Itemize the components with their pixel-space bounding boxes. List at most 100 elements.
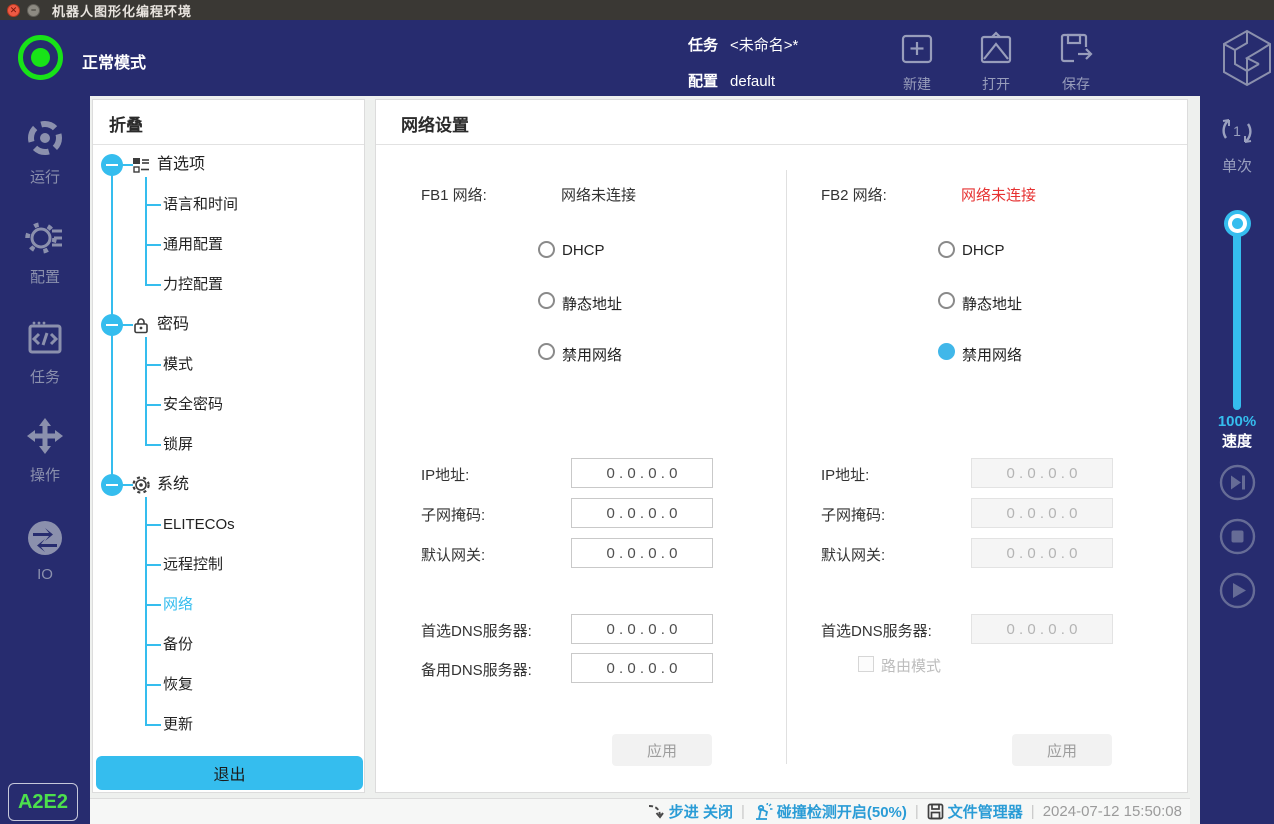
fb1-dns1-input[interactable]: 0 . 0 . 0 . 0 [571,614,713,644]
tree-item-lock-screen[interactable]: 锁屏 [93,432,364,458]
fb1-gateway-label: 默认网关: [421,544,485,565]
fb1-dhcp-label: DHCP [562,242,605,259]
skip-next-icon [1231,476,1241,490]
single-cycle-icon[interactable]: 1 [1217,111,1257,156]
tree-item-label: 安全密码 [163,392,223,418]
tree-item-restore[interactable]: 恢复 [93,672,364,698]
config-label: 配置 [688,73,718,90]
sidebar-item-operate[interactable]: 操作 [0,416,90,485]
fb1-apply-button[interactable]: 应用 [612,734,712,766]
open-file-icon [977,30,1015,71]
fb2-static-radio[interactable] [938,292,955,309]
tree-item-label: 系统 [157,472,189,498]
fb1-mask-input[interactable]: 0 . 0 . 0 . 0 [571,498,713,528]
stop-button[interactable] [1219,518,1256,555]
fb1-mask-label: 子网掩码: [421,504,485,525]
sidebar-item-task[interactable]: 任务 [0,318,90,387]
fb2-dns1-label: 首选DNS服务器: [821,620,932,641]
router-mode-checkbox[interactable] [858,656,874,672]
fb1-network-status: 网络未连接 [561,184,636,205]
open-task-button[interactable]: 打开 [958,30,1034,90]
tree-item-elitecos[interactable]: ELITECOs [93,512,364,538]
cross-arrows-icon [25,416,65,460]
exit-button[interactable]: 退出 [96,756,363,790]
collapse-node-icon[interactable] [101,474,123,496]
svg-text:1: 1 [1233,123,1241,139]
save-task-button[interactable]: 保存 [1038,30,1114,90]
tree-item-system[interactable]: 系统 [93,472,364,498]
tree-item-network[interactable]: 网络 [93,592,364,618]
gear-list-icon [25,218,65,262]
robot-badge[interactable]: A2E2 [8,783,78,821]
minimize-icon[interactable]: − [27,4,40,17]
fb2-dhcp-radio[interactable] [938,241,955,258]
task-label: 任务 [688,37,718,54]
gear-icon [132,476,150,494]
sidebar-item-io[interactable]: IO [0,518,90,583]
new-file-icon [898,30,936,71]
tree-item-password[interactable]: 密码 [93,312,364,338]
status-bar: 步进 关闭 | 碰撞检测开启(50%) | 文件管理器 | 2024-07-12… [90,798,1190,824]
mode-label: 正常模式 [82,49,146,73]
tree-item-force-config[interactable]: 力控配置 [93,272,364,298]
tree-item-language-time[interactable]: 语言和时间 [93,192,364,218]
fb1-gateway-input[interactable]: 0 . 0 . 0 . 0 [571,538,713,568]
fb2-dhcp-label: DHCP [962,242,1005,259]
file-manager-button[interactable]: 文件管理器 [927,801,1023,822]
tree-item-safety-password[interactable]: 安全密码 [93,392,364,418]
tree-item-label: 远程控制 [163,552,223,578]
fb1-disable-radio[interactable] [538,343,555,360]
step-next-button[interactable] [1219,464,1256,501]
fb2-apply-button[interactable]: 应用 [1012,734,1112,766]
fb2-network-status: 网络未连接 [961,184,1036,205]
tree-item-update[interactable]: 更新 [93,712,364,738]
fb2-static-label: 静态地址 [962,293,1022,314]
new-task-button[interactable]: 新建 [879,30,955,90]
preferences-icon [132,156,150,174]
collapse-node-icon[interactable] [101,314,123,336]
fb1-dhcp-radio[interactable] [538,241,555,258]
run-icon [25,118,65,162]
sidebar-io-label: IO [37,566,53,583]
fb2-disable-radio[interactable] [938,343,955,360]
app-header: 正常模式 任务<未命名>* 配置default 新建 打开 保存 [0,20,1274,96]
file-manager-label: 文件管理器 [948,801,1023,822]
speed-slider-knob[interactable] [1224,210,1251,237]
fb2-ip-label: IP地址: [821,464,869,485]
fb2-dns1-input: 0 . 0 . 0 . 0 [971,614,1113,644]
fb2-gateway-label: 默认网关: [821,544,885,565]
brand-logo-icon [1218,27,1274,94]
sidebar-item-config[interactable]: 配置 [0,218,90,287]
nav-panel-title[interactable]: 折叠 [109,111,143,136]
tree-item-preferences[interactable]: 首选项 [93,152,364,178]
sidebar-item-run[interactable]: 运行 [0,118,90,187]
tree-item-remote-control[interactable]: 远程控制 [93,552,364,578]
run-control-sidebar: 1 单次 100% 速度 [1200,96,1274,824]
step-mode-status[interactable]: 步进 关闭 [647,801,733,822]
sidebar-operate-label: 操作 [30,464,60,485]
fb2-gateway-input: 0 . 0 . 0 . 0 [971,538,1113,568]
collapse-node-icon[interactable] [101,154,123,176]
play-button[interactable] [1219,572,1256,609]
divider [93,144,364,145]
task-row: 任务<未命名>* [688,34,798,55]
speed-slider-track[interactable] [1233,222,1241,410]
fb1-dns2-input[interactable]: 0 . 0 . 0 . 0 [571,653,713,683]
tree-item-label: 首选项 [157,152,205,178]
speed-value: 100% [1200,413,1274,430]
fb1-static-radio[interactable] [538,292,555,309]
tree-item-backup[interactable]: 备份 [93,632,364,658]
divider [376,144,1187,145]
tree-item-mode[interactable]: 模式 [93,352,364,378]
status-separator: | [1031,803,1035,820]
fb1-disable-label: 禁用网络 [562,344,622,365]
play-icon [1233,583,1246,598]
collision-status[interactable]: 碰撞检测开启(50%) [753,801,907,822]
settings-nav-panel: 折叠 首选项 语言和时间 通用配置 力控配置 [92,99,365,793]
sidebar-run-label: 运行 [30,166,60,187]
tree-item-general-config[interactable]: 通用配置 [93,232,364,258]
fb1-ip-input[interactable]: 0 . 0 . 0 . 0 [571,458,713,488]
new-button-label: 新建 [903,74,931,94]
save-button-label: 保存 [1062,74,1090,94]
close-icon[interactable]: ✕ [7,4,20,17]
